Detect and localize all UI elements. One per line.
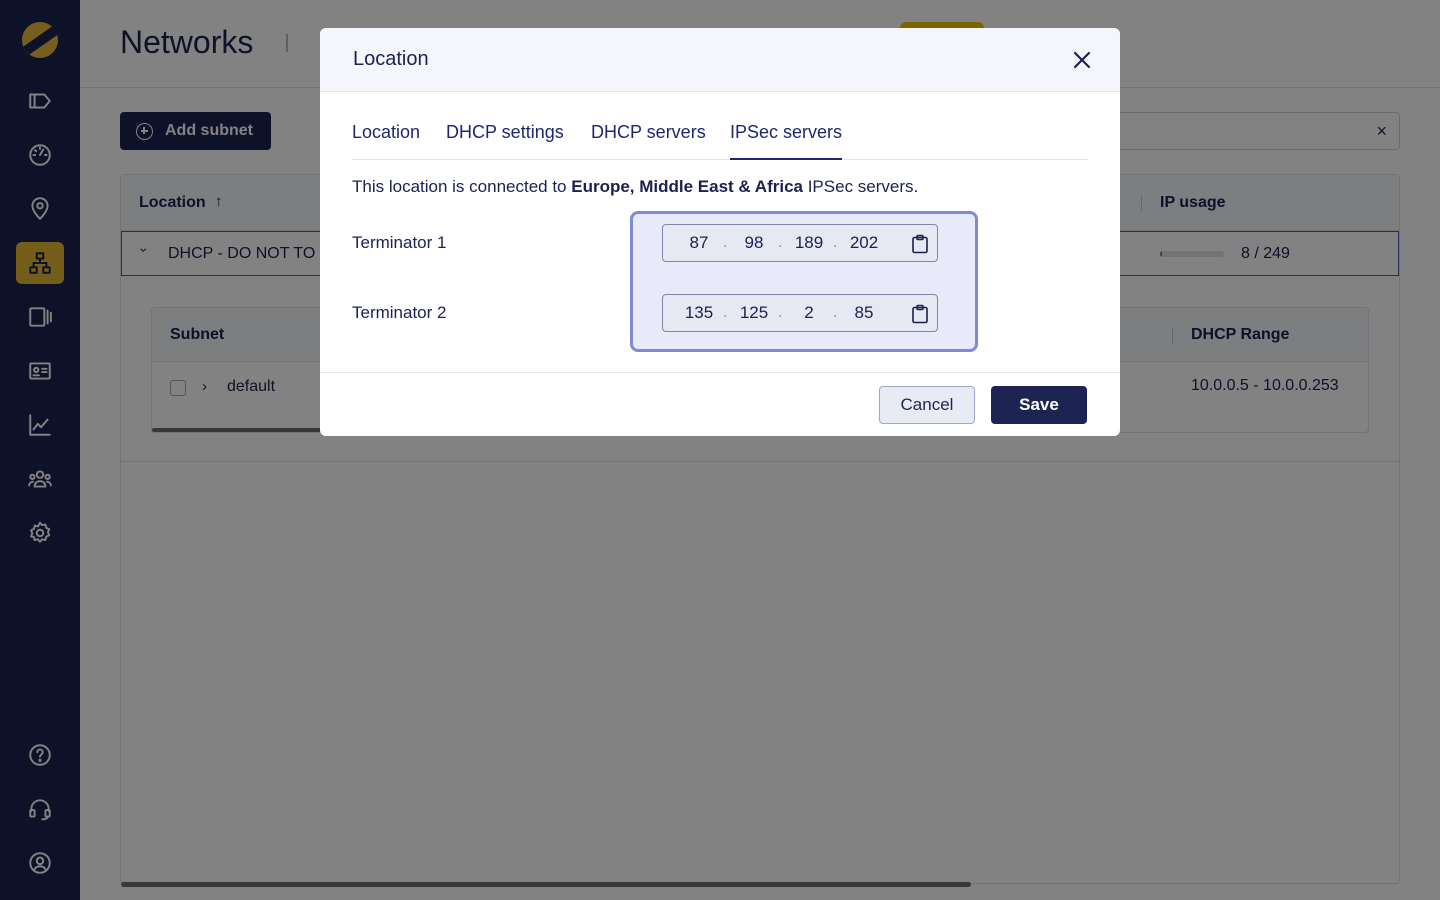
modal-header: Location	[320, 28, 1120, 92]
copy-to-clipboard-button[interactable]	[911, 304, 929, 324]
terminator-1-ip-field[interactable]: 87 . 98 . 189 . 202	[662, 224, 938, 262]
terminator-2-ip-field[interactable]: 135 . 125 . 2 . 85	[662, 294, 938, 332]
clipboard-icon	[912, 234, 928, 254]
terminator-1-label: Terminator 1	[352, 233, 447, 252]
ip-dot: .	[778, 304, 783, 321]
description-prefix: This location is connected to	[352, 177, 572, 196]
save-button[interactable]: Save	[991, 386, 1087, 424]
modal-title: Location	[353, 48, 429, 70]
ip-dot: .	[723, 304, 728, 321]
ip-dot: .	[833, 304, 838, 321]
ip-octet: 125	[739, 303, 769, 322]
ip-octet: 2	[804, 303, 814, 322]
terminator-2-label: Terminator 2	[352, 303, 447, 322]
modal-footer: Cancel Save	[320, 372, 1120, 436]
tab-location[interactable]: Location	[352, 120, 420, 160]
close-icon	[1073, 51, 1091, 69]
tab-dhcp-settings[interactable]: DHCP settings	[446, 120, 564, 160]
clipboard-icon	[912, 304, 928, 324]
ip-octet: 202	[849, 233, 879, 252]
location-modal: Location Location DHCP settings DHCP ser…	[320, 28, 1120, 436]
ip-octet: 98	[744, 233, 764, 252]
cancel-button[interactable]: Cancel	[879, 386, 975, 424]
ip-octet: 87	[689, 233, 709, 252]
ip-dot: .	[723, 234, 728, 251]
ip-octet: 85	[854, 303, 874, 322]
ip-octet: 135	[684, 303, 714, 322]
modal-tabs: Location DHCP settings DHCP servers IPSe…	[352, 120, 1088, 160]
description-region: Europe, Middle East & Africa	[571, 177, 803, 196]
copy-to-clipboard-button[interactable]	[911, 234, 929, 254]
tab-dhcp-servers[interactable]: DHCP servers	[591, 120, 706, 160]
ip-octet: 189	[794, 233, 824, 252]
description-suffix: IPSec servers.	[802, 177, 919, 196]
ip-dot: .	[778, 234, 783, 251]
ip-dot: .	[833, 234, 838, 251]
tab-ipsec-servers[interactable]: IPSec servers	[730, 120, 843, 160]
ipsec-description: This location is connected to Europe, Mi…	[352, 177, 918, 197]
close-modal-button[interactable]	[1070, 48, 1096, 74]
